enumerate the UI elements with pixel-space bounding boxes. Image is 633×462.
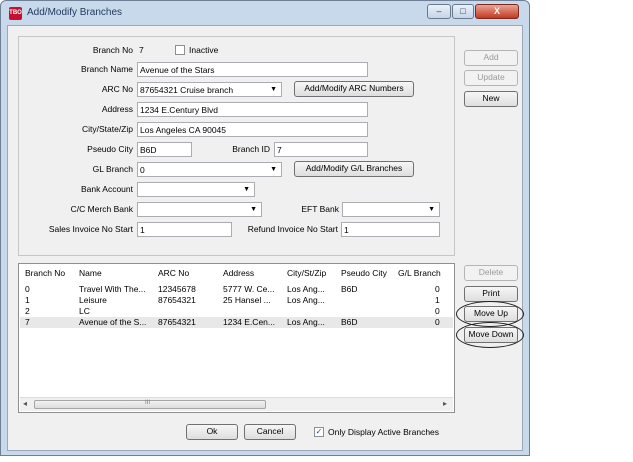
print-button[interactable]: Print	[464, 286, 518, 302]
branch-name-label: Branch Name	[81, 64, 133, 74]
scroll-right-arrow-icon[interactable]: ▸	[443, 399, 447, 408]
dropdown-arrow-icon: ▼	[270, 86, 277, 93]
cell-branch-no: 1	[25, 295, 30, 305]
cell-branch-no: 2	[25, 306, 30, 316]
arc-no-select-value: 87654321 Cruise branch	[140, 85, 234, 95]
address-field[interactable]: 1234 E.Century Blvd	[137, 102, 368, 117]
cell-branch-no: 0	[25, 284, 30, 294]
update-button[interactable]: Update	[464, 70, 518, 86]
scrollbar-thumb[interactable]: III	[34, 400, 266, 409]
bank-account-select[interactable]: ▼	[137, 182, 255, 197]
cell-pseudo-city: B6D	[341, 317, 358, 327]
city-state-zip-label: City/State/Zip	[81, 124, 133, 134]
move-down-highlight-oval	[456, 322, 524, 348]
inactive-checkbox[interactable]	[175, 45, 185, 55]
arc-no-label: ARC No	[101, 84, 133, 94]
eft-bank-label: EFT Bank	[301, 204, 339, 214]
eft-bank-select[interactable]: ▼	[342, 202, 440, 217]
minimize-button[interactable]: –	[427, 4, 451, 19]
refund-invoice-no-start-label: Refund Invoice No Start	[247, 224, 338, 234]
cell-address: 5777 W. Ce...	[223, 284, 275, 294]
pseudo-city-label: Pseudo City	[87, 144, 133, 154]
cell-arc-no: 12345678	[158, 284, 196, 294]
column-header-gl-branch[interactable]: G/L Branch	[398, 268, 441, 278]
cell-name: Travel With The...	[79, 284, 146, 294]
cc-merch-bank-select[interactable]: ▼	[137, 202, 262, 217]
cell-city: Los Ang...	[287, 317, 325, 327]
add-modify-branches-window: TBO Add/Modify Branches – □ X Branch No …	[0, 0, 530, 456]
branch-id-field[interactable]: 7	[274, 142, 368, 157]
column-header-city-st-zip[interactable]: City/St/Zip	[287, 268, 326, 278]
cell-arc-no: 87654321	[158, 295, 196, 305]
cell-pseudo-city: B6D	[341, 284, 358, 294]
column-header-address[interactable]: Address	[223, 268, 254, 278]
column-header-arc-no[interactable]: ARC No	[158, 268, 189, 278]
cell-name: LC	[79, 306, 90, 316]
ok-button[interactable]: Ok	[186, 424, 238, 440]
cell-address: 25 Hansel ...	[223, 295, 271, 305]
close-button[interactable]: X	[475, 4, 519, 19]
add-modify-arc-numbers-button[interactable]: Add/Modify ARC Numbers	[294, 81, 414, 97]
only-active-branches-label: Only Display Active Branches	[328, 427, 440, 437]
bank-account-label: Bank Account	[81, 184, 133, 194]
branch-no-value: 7	[139, 45, 144, 55]
cell-city: Los Ang...	[287, 284, 325, 294]
title-bar[interactable]: TBO Add/Modify Branches – □ X	[1, 1, 529, 25]
add-button[interactable]: Add	[464, 50, 518, 66]
horizontal-scrollbar[interactable]: ◂ III ▸	[20, 397, 453, 411]
sales-invoice-no-start-label: Sales Invoice No Start	[48, 224, 133, 234]
table-row[interactable]: 1 Leisure 87654321 25 Hansel ... Los Ang…	[20, 295, 453, 306]
cancel-button[interactable]: Cancel	[244, 424, 296, 440]
branch-id-label: Branch ID	[232, 144, 270, 154]
table-row-selected[interactable]: 7 Avenue of the S... 87654321 1234 E.Cen…	[20, 317, 453, 328]
scroll-left-arrow-icon[interactable]: ◂	[23, 399, 27, 408]
add-modify-gl-branches-button[interactable]: Add/Modify G/L Branches	[294, 161, 414, 177]
gl-branch-select-value: 0	[140, 165, 145, 175]
branch-details-group: Branch No 7 Inactive Branch Name Avenue …	[18, 36, 455, 256]
sales-invoice-no-start-field[interactable]: 1	[137, 222, 232, 237]
branch-no-label: Branch No	[92, 45, 133, 55]
column-header-branch-no[interactable]: Branch No	[25, 268, 65, 278]
dropdown-arrow-icon: ▼	[270, 166, 277, 173]
city-state-zip-field[interactable]: Los Angeles CA 90045	[137, 122, 368, 137]
arc-no-select[interactable]: 87654321 Cruise branch ▼	[137, 82, 282, 97]
cell-gl-branch: 0	[435, 306, 440, 316]
cell-city: Los Ang...	[287, 295, 325, 305]
address-label: Address	[101, 104, 133, 114]
dropdown-arrow-icon: ▼	[243, 186, 250, 193]
branches-grid[interactable]: Branch No Name ARC No Address City/St/Zi…	[18, 263, 455, 413]
cell-address: 1234 E.Cen...	[223, 317, 275, 327]
gl-branch-label: GL Branch	[92, 164, 133, 174]
dropdown-arrow-icon: ▼	[428, 206, 435, 213]
inactive-label: Inactive	[189, 45, 219, 55]
table-row[interactable]: 2 LC 0	[20, 306, 453, 317]
delete-button[interactable]: Delete	[464, 265, 518, 281]
new-button[interactable]: New	[464, 91, 518, 107]
pseudo-city-field[interactable]: B6D	[137, 142, 192, 157]
gl-branch-select[interactable]: 0 ▼	[137, 162, 282, 177]
cc-merch-bank-label: C/C Merch Bank	[70, 204, 133, 214]
cell-gl-branch: 0	[435, 284, 440, 294]
cell-gl-branch: 0	[435, 317, 440, 327]
cell-name: Avenue of the S...	[79, 317, 147, 327]
refund-invoice-no-start-field[interactable]: 1	[341, 222, 440, 237]
dropdown-arrow-icon: ▼	[250, 206, 257, 213]
window-title: Add/Modify Branches	[27, 7, 123, 18]
cell-arc-no: 87654321	[158, 317, 196, 327]
cell-name: Leisure	[79, 295, 107, 305]
table-row[interactable]: 0 Travel With The... 12345678 5777 W. Ce…	[20, 284, 453, 295]
column-header-name[interactable]: Name	[79, 268, 102, 278]
maximize-button[interactable]: □	[452, 4, 474, 19]
cell-branch-no: 7	[25, 317, 30, 327]
cell-gl-branch: 1	[435, 295, 440, 305]
app-logo-icon: TBO	[9, 7, 22, 20]
column-header-b[interactable]: B	[454, 268, 455, 278]
column-header-pseudo-city[interactable]: Pseudo City	[341, 268, 387, 278]
only-active-branches-checkbox[interactable]: ✓	[314, 427, 324, 437]
scroll-grip-icon: III	[145, 400, 151, 406]
dialog-client-area: Branch No 7 Inactive Branch Name Avenue …	[7, 25, 524, 451]
branch-name-field[interactable]: Avenue of the Stars	[137, 62, 368, 77]
